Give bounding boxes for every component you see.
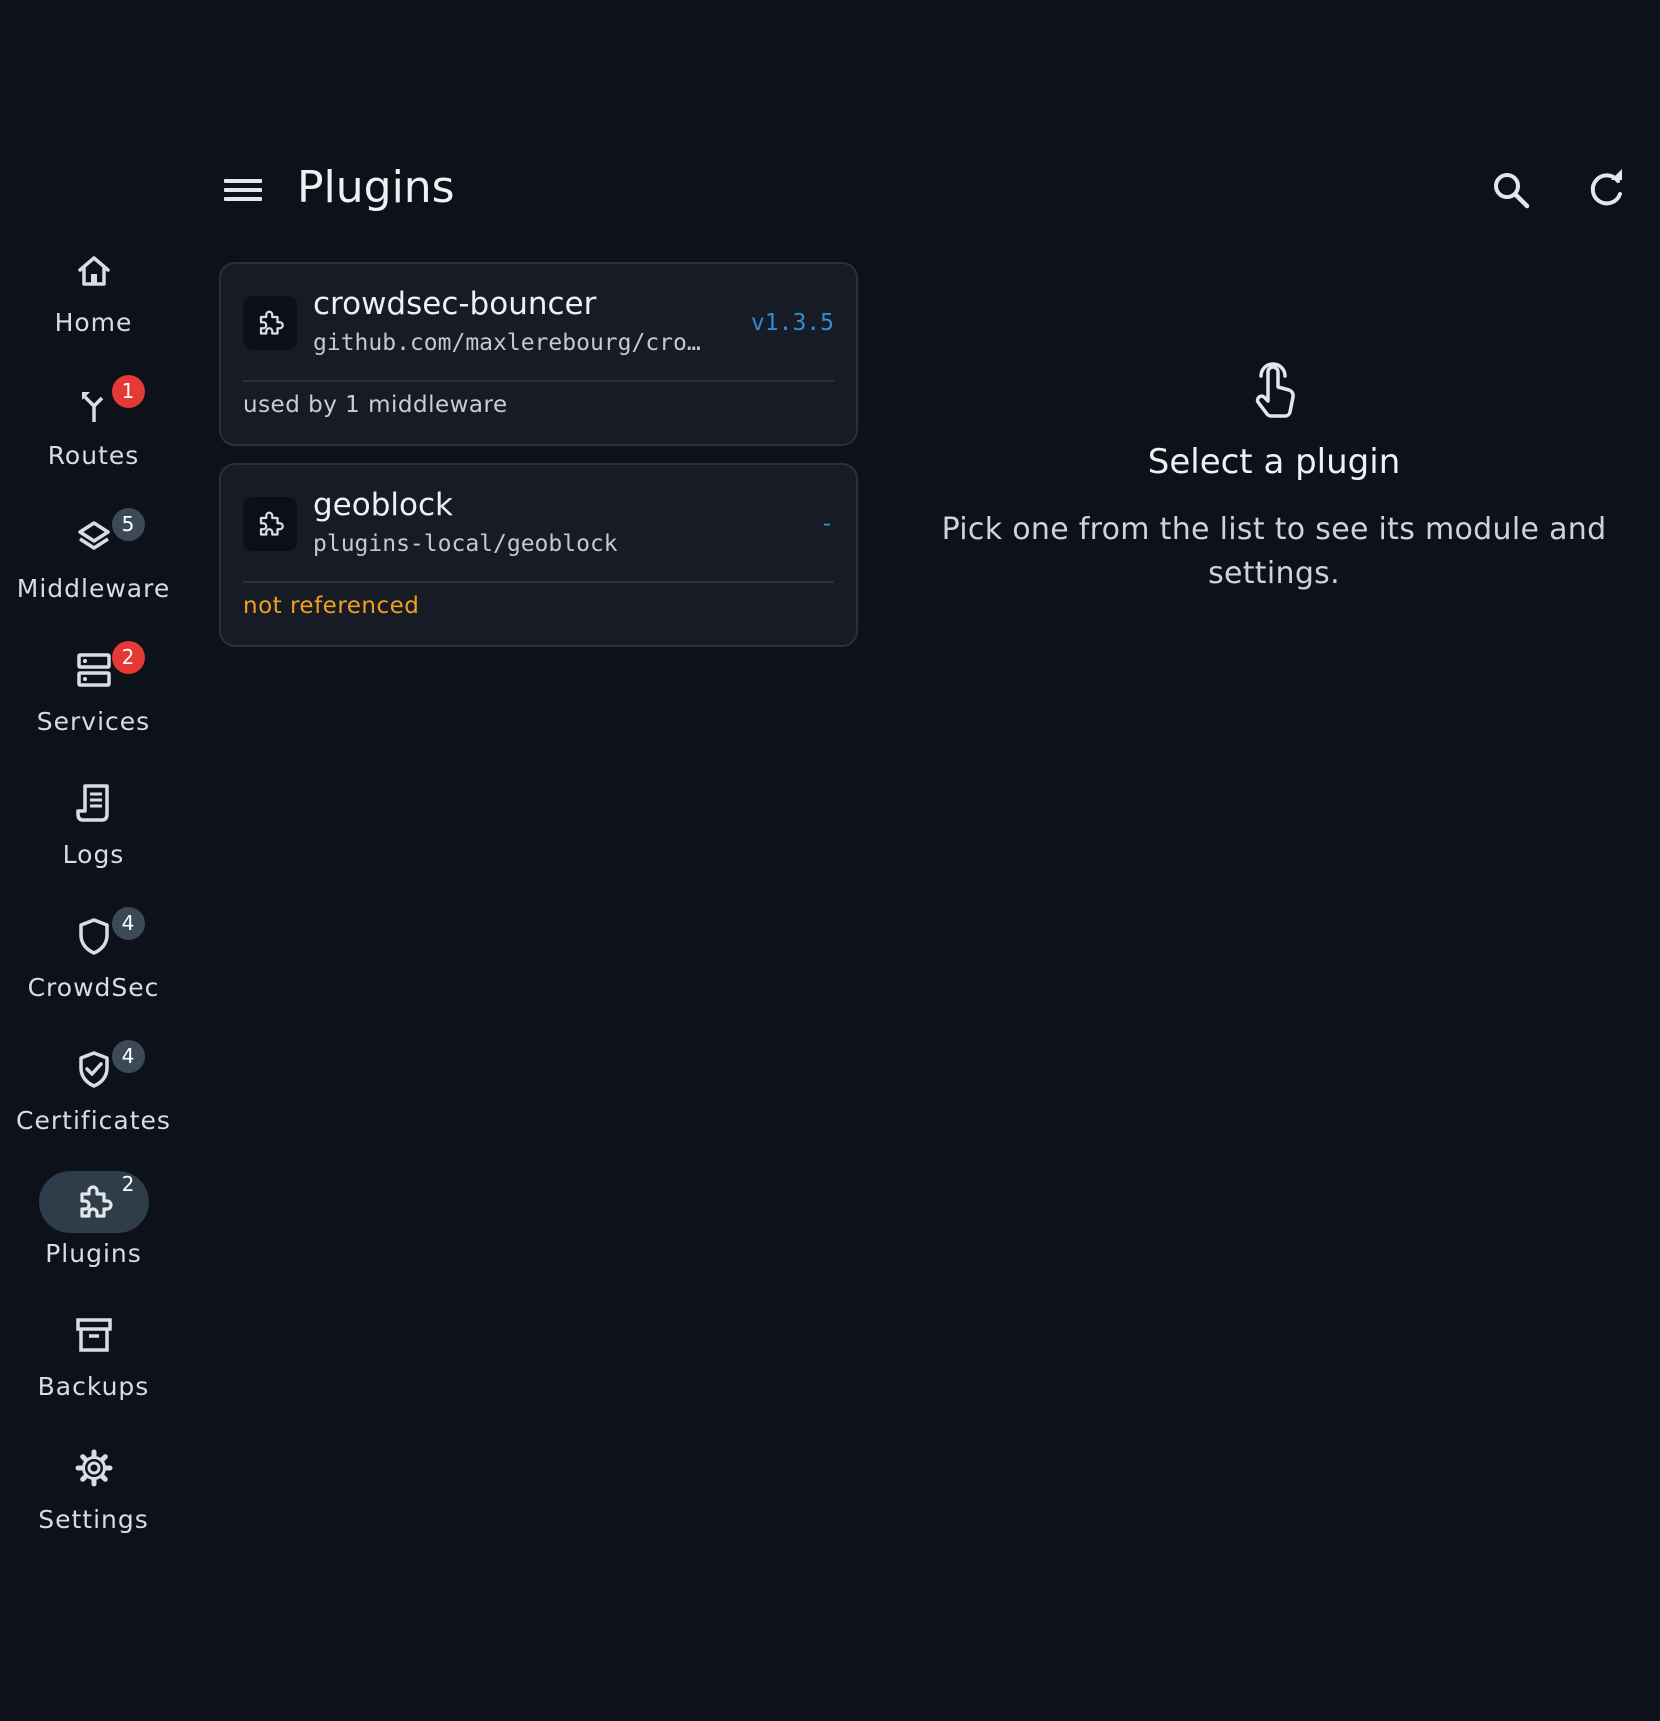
app-root: Plugins Home 1 Routes 5 Middleware 2 Ser… — [0, 0, 1660, 1721]
menu-button[interactable] — [218, 170, 268, 210]
nav-item-routes[interactable]: 1 Routes — [0, 373, 187, 506]
plugin-card[interactable]: crowdsec-bouncer github.com/maxlerebourg… — [219, 262, 858, 446]
refresh-button[interactable] — [1582, 166, 1630, 214]
nav-icon-container — [39, 1437, 149, 1499]
server-icon — [76, 653, 111, 687]
nav-label: Home — [54, 308, 133, 337]
nav-item-settings[interactable]: Settings — [0, 1437, 187, 1570]
logs-icon — [75, 784, 109, 822]
nav-item-certificates[interactable]: 4 Certificates — [0, 1038, 187, 1171]
refresh-icon — [1590, 169, 1622, 206]
touch-icon — [1255, 362, 1295, 418]
empty-state-text: Pick one from the list to see its module… — [941, 512, 1607, 591]
nav-item-services[interactable]: 2 Services — [0, 639, 187, 772]
nav-label: Certificates — [16, 1106, 171, 1135]
archive-icon — [75, 1318, 112, 1352]
routes-badge: 1 — [111, 375, 145, 408]
plugin-name: crowdsec-bouncer — [313, 286, 597, 322]
search-icon — [1494, 173, 1530, 209]
plugin-card[interactable]: geoblock plugins-local/geoblock - not re… — [219, 463, 858, 647]
plugin-usage: used by 1 middleware — [243, 392, 508, 418]
shield-icon — [78, 918, 109, 955]
nav-item-plugins[interactable]: 2 Plugins — [0, 1171, 187, 1304]
gear-icon — [75, 1449, 112, 1487]
middleware-badge: 5 — [111, 508, 145, 541]
nav-label: Backups — [37, 1372, 150, 1401]
nav-item-home[interactable]: Home — [0, 240, 187, 373]
plugin-module: github.com/maxlerebourg/cro… — [313, 330, 701, 356]
nav-icon-container — [39, 772, 149, 834]
nav-item-backups[interactable]: Backups — [0, 1304, 187, 1437]
nav-label: Routes — [47, 441, 140, 470]
divider — [243, 581, 834, 583]
top-app-bar: Plugins — [0, 148, 1660, 234]
plugin-card-header: crowdsec-bouncer github.com/maxlerebourg… — [243, 286, 834, 356]
nav-icon-container: 5 — [39, 506, 149, 568]
search-button[interactable] — [1487, 166, 1535, 214]
divider — [243, 380, 834, 382]
crowdsec-badge: 4 — [111, 907, 145, 940]
plugins-badge: 2 — [121, 1172, 135, 1196]
nav-item-middleware[interactable]: 5 Middleware — [0, 506, 187, 639]
nav-icon-container: 4 — [39, 1038, 149, 1100]
nav-label: Settings — [38, 1505, 149, 1534]
services-badge: 2 — [111, 641, 145, 674]
nav-label: Plugins — [45, 1239, 142, 1268]
nav-icon-container: 1 — [39, 373, 149, 435]
navigation-rail: Home 1 Routes 5 Middleware 2 Services Lo… — [0, 240, 187, 1570]
plugin-usage: not referenced — [243, 593, 420, 619]
plugin-icon-box — [243, 497, 297, 551]
nav-item-logs[interactable]: Logs — [0, 772, 187, 905]
routes-icon — [81, 392, 103, 422]
plugin-card-header: geoblock plugins-local/geoblock - — [243, 487, 834, 557]
nav-icon-container-active: 2 — [38, 1171, 149, 1233]
page-title: Plugins — [297, 162, 455, 213]
home-icon — [77, 256, 110, 286]
empty-state-title: Select a plugin — [1147, 442, 1401, 482]
nav-label: Services — [36, 707, 151, 736]
empty-state: Select a plugin Pick one from the list t… — [940, 360, 1608, 596]
puzzle-icon — [259, 310, 284, 335]
plugin-version: - — [820, 511, 834, 537]
plugin-version: v1.3.5 — [750, 310, 834, 336]
plugin-list: crowdsec-bouncer github.com/maxlerebourg… — [219, 262, 858, 664]
nav-item-crowdsec[interactable]: 4 CrowdSec — [0, 905, 187, 1038]
nav-icon-container — [39, 1304, 149, 1366]
plugin-name: geoblock — [313, 487, 453, 523]
plugin-module: plugins-local/geoblock — [313, 531, 618, 557]
puzzle-icon — [79, 1185, 113, 1218]
nav-icon-container: 2 — [39, 639, 149, 701]
nav-label: Middleware — [16, 574, 171, 603]
certificates-badge: 4 — [111, 1040, 145, 1073]
plugin-icon-box — [243, 296, 297, 350]
nav-icon-container — [39, 240, 149, 302]
layers-icon — [77, 521, 110, 550]
nav-label: Logs — [62, 840, 125, 869]
puzzle-icon — [259, 511, 284, 536]
shield-check-icon — [78, 1051, 109, 1088]
menu-icon — [224, 179, 262, 201]
nav-icon-container: 4 — [39, 905, 149, 967]
nav-label: CrowdSec — [27, 973, 160, 1002]
